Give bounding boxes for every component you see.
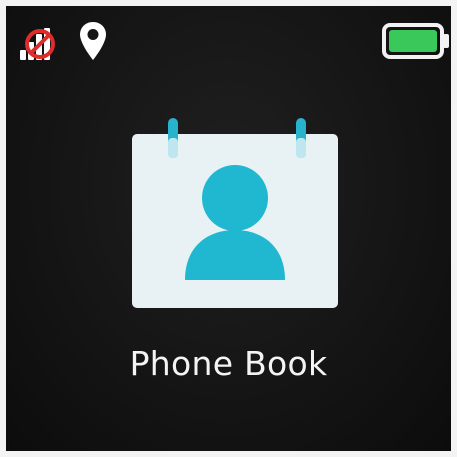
signal-no-sim-icon xyxy=(20,28,55,60)
app-label: Phone Book xyxy=(129,344,328,383)
device-screen: Phone Book xyxy=(6,6,451,451)
battery-full-icon xyxy=(382,23,449,59)
phone-book-icon[interactable] xyxy=(130,110,340,310)
location-pin-icon xyxy=(80,22,106,60)
status-bar xyxy=(6,6,451,66)
